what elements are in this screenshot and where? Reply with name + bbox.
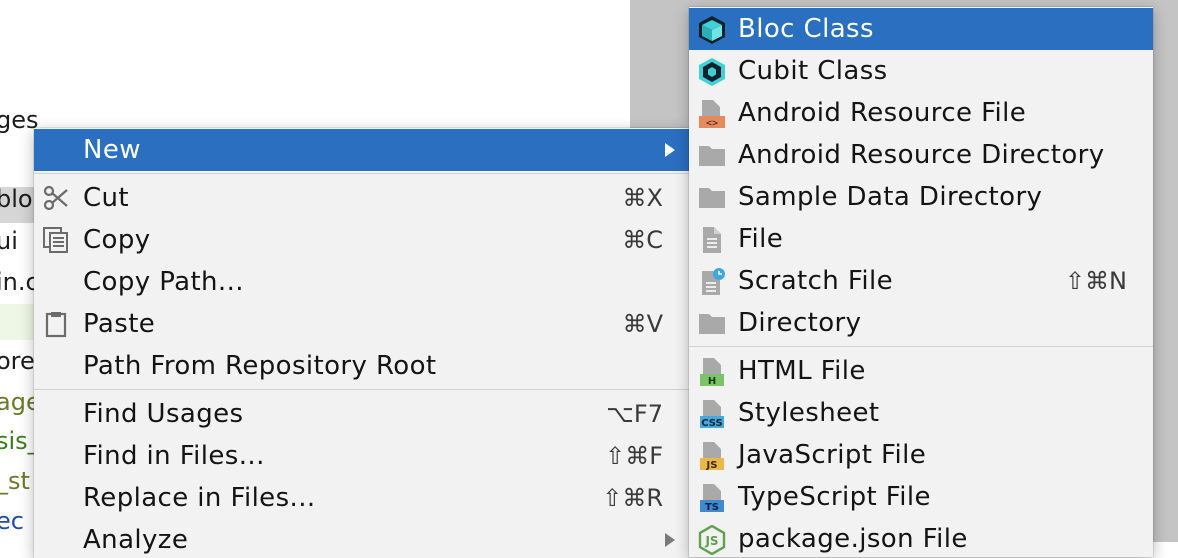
menu-item-label: Cubit Class [738, 56, 888, 86]
menu-item-stylesheet[interactable]: CSS Stylesheet [689, 392, 1153, 434]
bloc-cube-icon [697, 15, 725, 44]
menu-item-label: Replace in Files... [83, 483, 316, 513]
menu-item-new[interactable]: New [34, 129, 689, 171]
svg-text:CSS: CSS [701, 418, 722, 429]
keyboard-shortcut: ⇧⌘R [602, 484, 663, 512]
tree-item[interactable]: ec [0, 507, 24, 535]
menu-item-label: Stylesheet [738, 398, 880, 428]
css-file-icon: CSS [697, 399, 725, 429]
tree-item[interactable]: ore [0, 347, 35, 375]
menu-item-directory[interactable]: Directory [689, 302, 1153, 344]
menu-item-android-resource-directory[interactable]: Android Resource Directory [689, 134, 1153, 176]
menu-item-html-file[interactable]: H HTML File [689, 350, 1153, 392]
cubit-hexagon-icon [697, 57, 725, 86]
folder-icon [697, 309, 725, 337]
keyboard-shortcut: ⌥F7 [606, 400, 663, 428]
copy-icon [42, 226, 70, 254]
menu-separator [34, 389, 689, 390]
menu-item-label: New [83, 135, 141, 165]
menu-item-copy[interactable]: Copy ⌘C [34, 219, 689, 261]
menu-item-label: Copy [83, 225, 151, 255]
menu-item-path-from-repository-root[interactable]: Path From Repository Root [34, 345, 689, 387]
submenu-arrow-icon [665, 143, 675, 157]
menu-item-replace-in-files[interactable]: Replace in Files... ⇧⌘R [34, 477, 689, 519]
menu-item-javascript-file[interactable]: JS JavaScript File [689, 434, 1153, 476]
ts-file-icon: TS [697, 483, 725, 513]
menu-item-copy-path[interactable]: Copy Path... [34, 261, 689, 303]
menu-item-label: Path From Repository Root [83, 351, 437, 381]
svg-text:<>: <> [706, 118, 718, 129]
clipboard-icon [42, 310, 70, 338]
tree-item[interactable]: blo [0, 185, 33, 213]
submenu-arrow-icon [665, 533, 675, 547]
menu-item-scratch-file[interactable]: Scratch File ⇧⌘N [689, 260, 1153, 302]
context-menu: New Cut ⌘X Copy ⌘C Copy Path... Paste ⌘V Path Fr… [34, 128, 689, 558]
nodejs-icon: JS [697, 524, 726, 556]
new-submenu: Bloc Class Cubit Class <> Android Resource … [689, 7, 1153, 557]
menu-item-label: File [738, 224, 784, 254]
menu-item-label: Scratch File [738, 266, 893, 296]
menu-separator [689, 346, 1153, 347]
menu-item-find-usages[interactable]: Find Usages ⌥F7 [34, 393, 689, 435]
svg-text:JS: JS [704, 534, 718, 548]
tree-item[interactable]: ges [0, 106, 39, 134]
folder-icon [697, 183, 725, 211]
menu-item-paste[interactable]: Paste ⌘V [34, 303, 689, 345]
menu-item-sample-data-directory[interactable]: Sample Data Directory [689, 176, 1153, 218]
keyboard-shortcut: ⌘X [622, 184, 663, 212]
menu-item-bloc-class[interactable]: Bloc Class [689, 8, 1153, 50]
svg-text:H: H [708, 376, 716, 387]
menu-item-android-resource-file[interactable]: <> Android Resource File [689, 92, 1153, 134]
menu-item-cubit-class[interactable]: Cubit Class [689, 50, 1153, 92]
tree-item[interactable]: _st [0, 467, 30, 495]
menu-item-label: Directory [738, 308, 862, 338]
menu-item-label: Cut [83, 183, 130, 213]
js-file-icon: JS [697, 441, 725, 471]
scissors-icon [42, 184, 70, 212]
menu-item-label: Find Usages [83, 399, 244, 429]
menu-item-label: JavaScript File [738, 440, 927, 470]
menu-item-label: HTML File [738, 356, 866, 386]
menu-item-label: Paste [83, 309, 156, 339]
svg-text:TS: TS [705, 502, 719, 513]
menu-item-find-in-files[interactable]: Find in Files... ⇧⌘F [34, 435, 689, 477]
menu-separator [34, 173, 689, 174]
tree-item[interactable]: in.c [0, 268, 39, 296]
menu-item-label: Sample Data Directory [738, 182, 1043, 212]
menu-item-label: Copy Path... [83, 267, 244, 297]
svg-text:JS: JS [706, 460, 718, 471]
menu-item-label: Bloc Class [738, 14, 874, 44]
menu-item-label: Find in Files... [83, 441, 265, 471]
menu-item-label: package.json File [738, 524, 968, 554]
tree-item[interactable]: ui [0, 227, 18, 255]
keyboard-shortcut: ⇧⌘F [605, 442, 663, 470]
menu-item-file[interactable]: File [689, 218, 1153, 260]
menu-item-typescript-file[interactable]: TS TypeScript File [689, 476, 1153, 518]
keyboard-shortcut: ⇧⌘N [1064, 267, 1127, 295]
folder-icon [697, 141, 725, 169]
android-resource-file-icon: <> [697, 99, 725, 129]
menu-item-analyze[interactable]: Analyze [34, 519, 689, 558]
menu-item-label: Android Resource File [738, 98, 1027, 128]
menu-item-label: Analyze [83, 525, 189, 555]
menu-item-label: TypeScript File [738, 482, 931, 512]
html-file-icon: H [697, 357, 725, 387]
menu-item-cut[interactable]: Cut ⌘X [34, 177, 689, 219]
file-icon [697, 225, 725, 253]
keyboard-shortcut: ⌘C [622, 226, 663, 254]
menu-item-label: Android Resource Directory [738, 140, 1105, 170]
menu-item-package-json-file[interactable]: JS package.json File [689, 518, 1153, 557]
keyboard-shortcut: ⌘V [622, 310, 663, 338]
scratch-file-icon [697, 267, 725, 295]
